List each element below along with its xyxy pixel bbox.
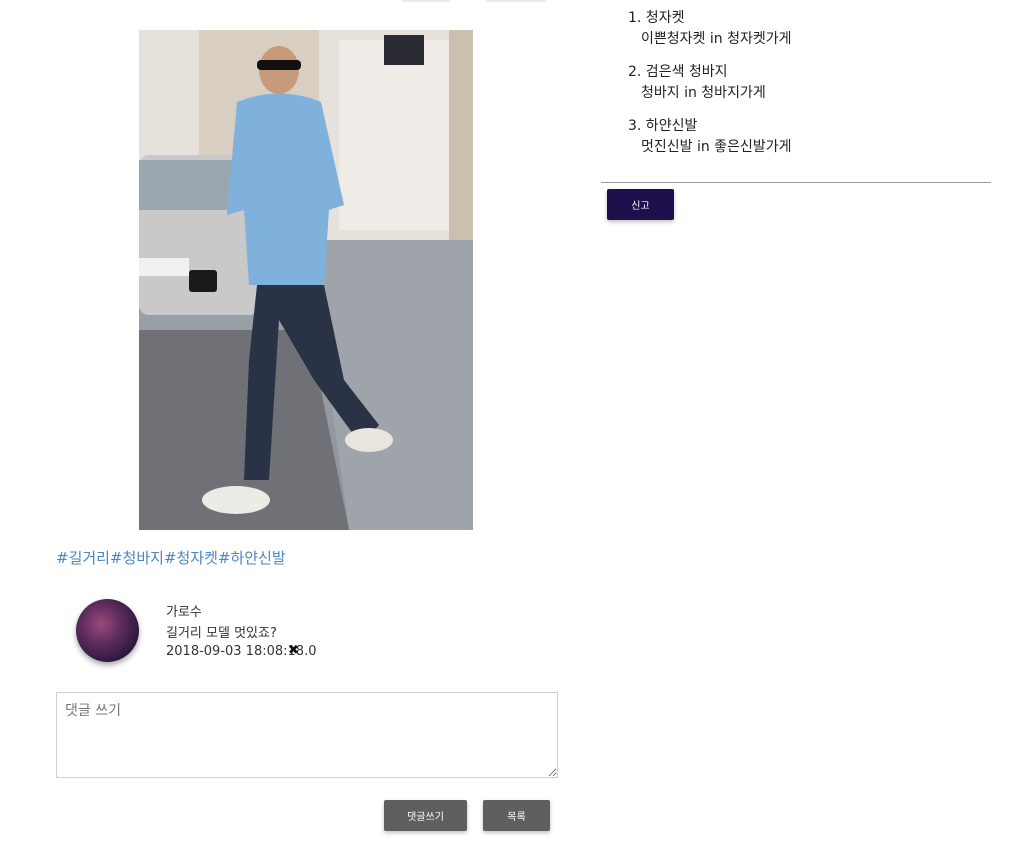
hashtag-link[interactable]: #청자켓 [164, 549, 218, 567]
product-name: 3. 하얀신발 [628, 118, 698, 134]
product-list: 1. 청자켓 이쁜청자켓 in 청자켓가게 2. 검은색 청바지 청바지 in … [628, 8, 791, 170]
comment-input[interactable] [56, 692, 558, 778]
product-detail: 청바지 in 청바지가게 [641, 85, 766, 101]
post-photo [139, 30, 473, 530]
comment-author: 가로수 [166, 605, 202, 620]
product-name: 1. 청자켓 [628, 10, 685, 26]
divider [601, 182, 991, 183]
report-button[interactable]: 신고 [607, 189, 674, 220]
list-item: 1. 청자켓 이쁜청자켓 in 청자켓가게 [628, 8, 791, 50]
product-detail: 이쁜청자켓 in 청자켓가게 [641, 31, 792, 47]
list-button[interactable]: 목록 [483, 800, 550, 831]
list-item: 2. 검은색 청바지 청바지 in 청바지가게 [628, 62, 791, 104]
hashtag-link[interactable]: #길거리 [56, 549, 110, 567]
avatar [76, 599, 139, 662]
hashtag-list: #길거리#청바지#청자켓#하얀신발 [56, 547, 286, 568]
top-control-partial[interactable] [402, 0, 450, 2]
comment-text: 길거리 모델 멋있죠? [166, 626, 277, 641]
product-name: 2. 검은색 청바지 [628, 64, 728, 80]
submit-comment-button[interactable]: 댓글쓰기 [384, 800, 467, 831]
delete-icon[interactable]: ✖ [288, 643, 299, 658]
product-detail: 멋진신발 in 좋은신발가게 [641, 139, 792, 155]
hashtag-link[interactable]: #청바지 [110, 549, 164, 567]
list-item: 3. 하얀신발 멋진신발 in 좋은신발가게 [628, 116, 791, 158]
hashtag-link[interactable]: #하얀신발 [218, 549, 286, 567]
top-control-partial-2[interactable] [486, 0, 546, 2]
